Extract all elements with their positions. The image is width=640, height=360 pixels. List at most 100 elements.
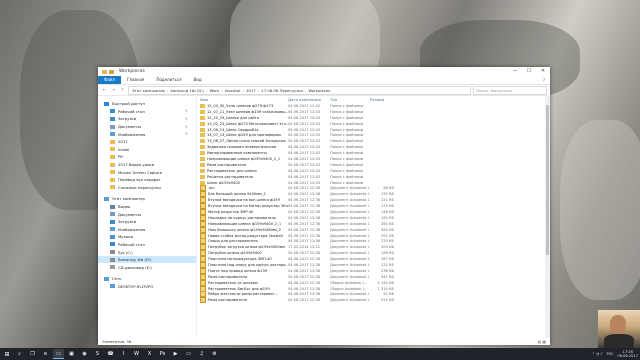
nav-item[interactable]: CD-дисковод (E:) bbox=[98, 263, 196, 271]
nav-item[interactable]: Сеть bbox=[98, 275, 196, 283]
file-name: Рама растаривателя bbox=[207, 162, 246, 167]
nav-item[interactable]: PR bbox=[98, 153, 196, 161]
breadcrumb-item[interactable]: 2017 bbox=[246, 88, 256, 93]
file-date: 04.06.2017 12:43 bbox=[288, 127, 321, 132]
photoshop-icon[interactable]: Ps bbox=[157, 350, 168, 359]
windows-icon[interactable]: ⊞ bbox=[0, 351, 14, 358]
breadcrumb-item[interactable]: Work bbox=[210, 88, 220, 93]
excel-icon[interactable]: X bbox=[144, 350, 155, 359]
store-icon[interactable]: ▣ bbox=[66, 350, 77, 359]
column-date[interactable]: Дата изменения bbox=[285, 97, 327, 102]
file-name: 12_10_29_Шнеки для сайта bbox=[207, 115, 260, 120]
breadcrumb-item[interactable]: Inventor bbox=[225, 88, 241, 93]
file-type: Документ Autodesk I... bbox=[330, 198, 370, 203]
file-size: 236 КБ bbox=[380, 268, 394, 273]
column-type[interactable]: Тип bbox=[327, 97, 367, 102]
breadcrumb-separator-icon[interactable]: › bbox=[243, 88, 245, 93]
nav-item[interactable]: 2017 bbox=[98, 138, 196, 146]
nav-item[interactable]: Музыка bbox=[98, 233, 196, 241]
breadcrumb-separator-icon[interactable]: › bbox=[206, 88, 208, 93]
search-icon[interactable]: ⌕ bbox=[14, 350, 25, 359]
word-icon[interactable]: W bbox=[131, 350, 142, 359]
nav-item[interactable]: Документы ✎ bbox=[98, 123, 196, 131]
breadcrumb-separator-icon[interactable]: › bbox=[221, 88, 223, 93]
tab-home[interactable]: Главная bbox=[121, 76, 150, 84]
file-name: Патрубок шнека ф159х9400 bbox=[208, 251, 262, 256]
nav-item[interactable]: install bbox=[98, 146, 196, 154]
breadcrumb-item[interactable]: Этот компьютер bbox=[132, 88, 165, 93]
help-icon[interactable]: ? bbox=[543, 78, 550, 83]
breadcrumb-item[interactable]: 17.06.06 Перегрузки bbox=[261, 88, 302, 93]
view-toggle-icons[interactable]: ▤ ▦ bbox=[538, 339, 546, 344]
input-language[interactable]: РУС bbox=[607, 352, 614, 356]
folder-icon bbox=[110, 154, 115, 159]
vertical-scrollbar[interactable] bbox=[545, 95, 550, 338]
address-bar[interactable]: Этот компьютер › Samsung 1tb (D:) › Work › Inv… bbox=[128, 85, 471, 95]
tab-view[interactable]: Вид bbox=[187, 76, 207, 84]
file-date: 04.06.2017 12:43 bbox=[288, 109, 321, 114]
clock[interactable]: 17:26 06.06.2017 bbox=[617, 350, 638, 359]
file-date: 04.06.2017 12:38 bbox=[288, 251, 321, 256]
nav-item-label: Документы bbox=[118, 124, 141, 130]
file-size: 173 КБ bbox=[380, 204, 394, 209]
nav-item[interactable]: Документы bbox=[98, 210, 196, 218]
nav-item-label: Загрузки bbox=[118, 116, 137, 122]
file-row[interactable]: Рама растаривателя 04.06.2017 12:38 Докуме… bbox=[200, 297, 550, 304]
nav-item[interactable]: Samsung 1tb (D:) bbox=[98, 255, 196, 264]
viber-icon[interactable]: ☎ bbox=[105, 350, 116, 359]
nav-item[interactable]: Сложные перегрузки bbox=[98, 184, 196, 192]
nav-item[interactable]: Рабочий стол bbox=[98, 241, 196, 249]
nav-item[interactable]: Загрузки ✎ bbox=[98, 115, 196, 123]
breadcrumb-item[interactable]: Samsung 1tb (D:) bbox=[171, 88, 205, 93]
minimize-button[interactable]: — bbox=[508, 67, 522, 76]
breadcrumb-separator-icon[interactable]: › bbox=[305, 88, 307, 93]
file-date: 04.06.2017 12:38 bbox=[288, 239, 321, 244]
nav-item[interactable]: Загрузки bbox=[98, 218, 196, 226]
breadcrumb-separator-icon[interactable]: › bbox=[258, 88, 260, 93]
breadcrumb-item[interactable]: Workpieces bbox=[308, 88, 330, 93]
skype-icon[interactable]: S bbox=[92, 350, 103, 359]
nav-item-label: install bbox=[118, 146, 130, 152]
movavi-icon[interactable]: ▶ bbox=[170, 350, 181, 359]
scrollbar-thumb[interactable] bbox=[546, 105, 549, 255]
nav-item[interactable]: DESKTOP-RLLTVPO bbox=[98, 283, 196, 291]
tab-share[interactable]: Поделиться bbox=[150, 76, 187, 84]
column-size[interactable]: Размер bbox=[367, 97, 400, 102]
nav-item[interactable]: Видео bbox=[98, 203, 196, 211]
drive-icon bbox=[110, 257, 115, 262]
search-input[interactable]: Поиск: Workpieces bbox=[473, 85, 547, 95]
forward-button[interactable]: → bbox=[110, 88, 117, 93]
media-icon[interactable]: ♫ bbox=[196, 350, 207, 359]
quick-access-toolbar-icon[interactable] bbox=[109, 69, 114, 74]
nav-item[interactable]: Этот компьютер bbox=[98, 195, 196, 203]
nav-item[interactable]: Sys (C:) bbox=[98, 248, 196, 256]
nav-item[interactable]: Movavi Screen Capture bbox=[98, 168, 196, 176]
tab-file[interactable]: Файл bbox=[98, 76, 122, 84]
breadcrumb-separator-icon[interactable]: › bbox=[167, 88, 169, 93]
nav-item-label: Этот компьютер bbox=[112, 196, 145, 202]
up-button[interactable]: ↑ bbox=[119, 88, 126, 93]
maximize-button[interactable]: ☐ bbox=[522, 67, 536, 76]
task-view-icon[interactable]: ❐ bbox=[27, 350, 38, 359]
nav-item[interactable]: 2017 Видео уроки bbox=[98, 161, 196, 169]
file-name: Направляющие шнека ф159х9400_2_1 bbox=[207, 156, 281, 161]
tray-icons[interactable]: ⌃ ◔ ♪ bbox=[592, 352, 603, 356]
inventor-icon[interactable]: I bbox=[118, 350, 129, 359]
nav-item[interactable]: Изображения bbox=[98, 226, 196, 234]
nav-item[interactable]: Перевод вух квадрат bbox=[98, 176, 196, 184]
edge-icon[interactable]: e bbox=[40, 350, 51, 359]
chrome-icon[interactable]: ◉ bbox=[79, 350, 90, 359]
folder-icon bbox=[110, 139, 115, 144]
file-name-cell: Растариватель для шнека bbox=[200, 168, 288, 173]
settings-icon[interactable]: ⚙ bbox=[209, 350, 220, 359]
column-name[interactable]: Имя bbox=[197, 97, 285, 102]
explorer-icon[interactable]: ▭ bbox=[53, 349, 64, 359]
nav-item[interactable]: Рабочий стол ✎ bbox=[98, 108, 196, 116]
file-name: Мотор редуктор 3МР-40 bbox=[208, 209, 254, 214]
nav-item[interactable]: Быстрый доступ bbox=[98, 100, 196, 108]
file-type: Документ Autodesk I... bbox=[330, 221, 370, 226]
close-button[interactable]: ✕ bbox=[536, 67, 550, 76]
nav-item[interactable]: Изображения ✎ bbox=[98, 130, 196, 138]
back-button[interactable]: ← bbox=[101, 88, 108, 93]
folder-icon[interactable]: ▭ bbox=[183, 350, 194, 359]
